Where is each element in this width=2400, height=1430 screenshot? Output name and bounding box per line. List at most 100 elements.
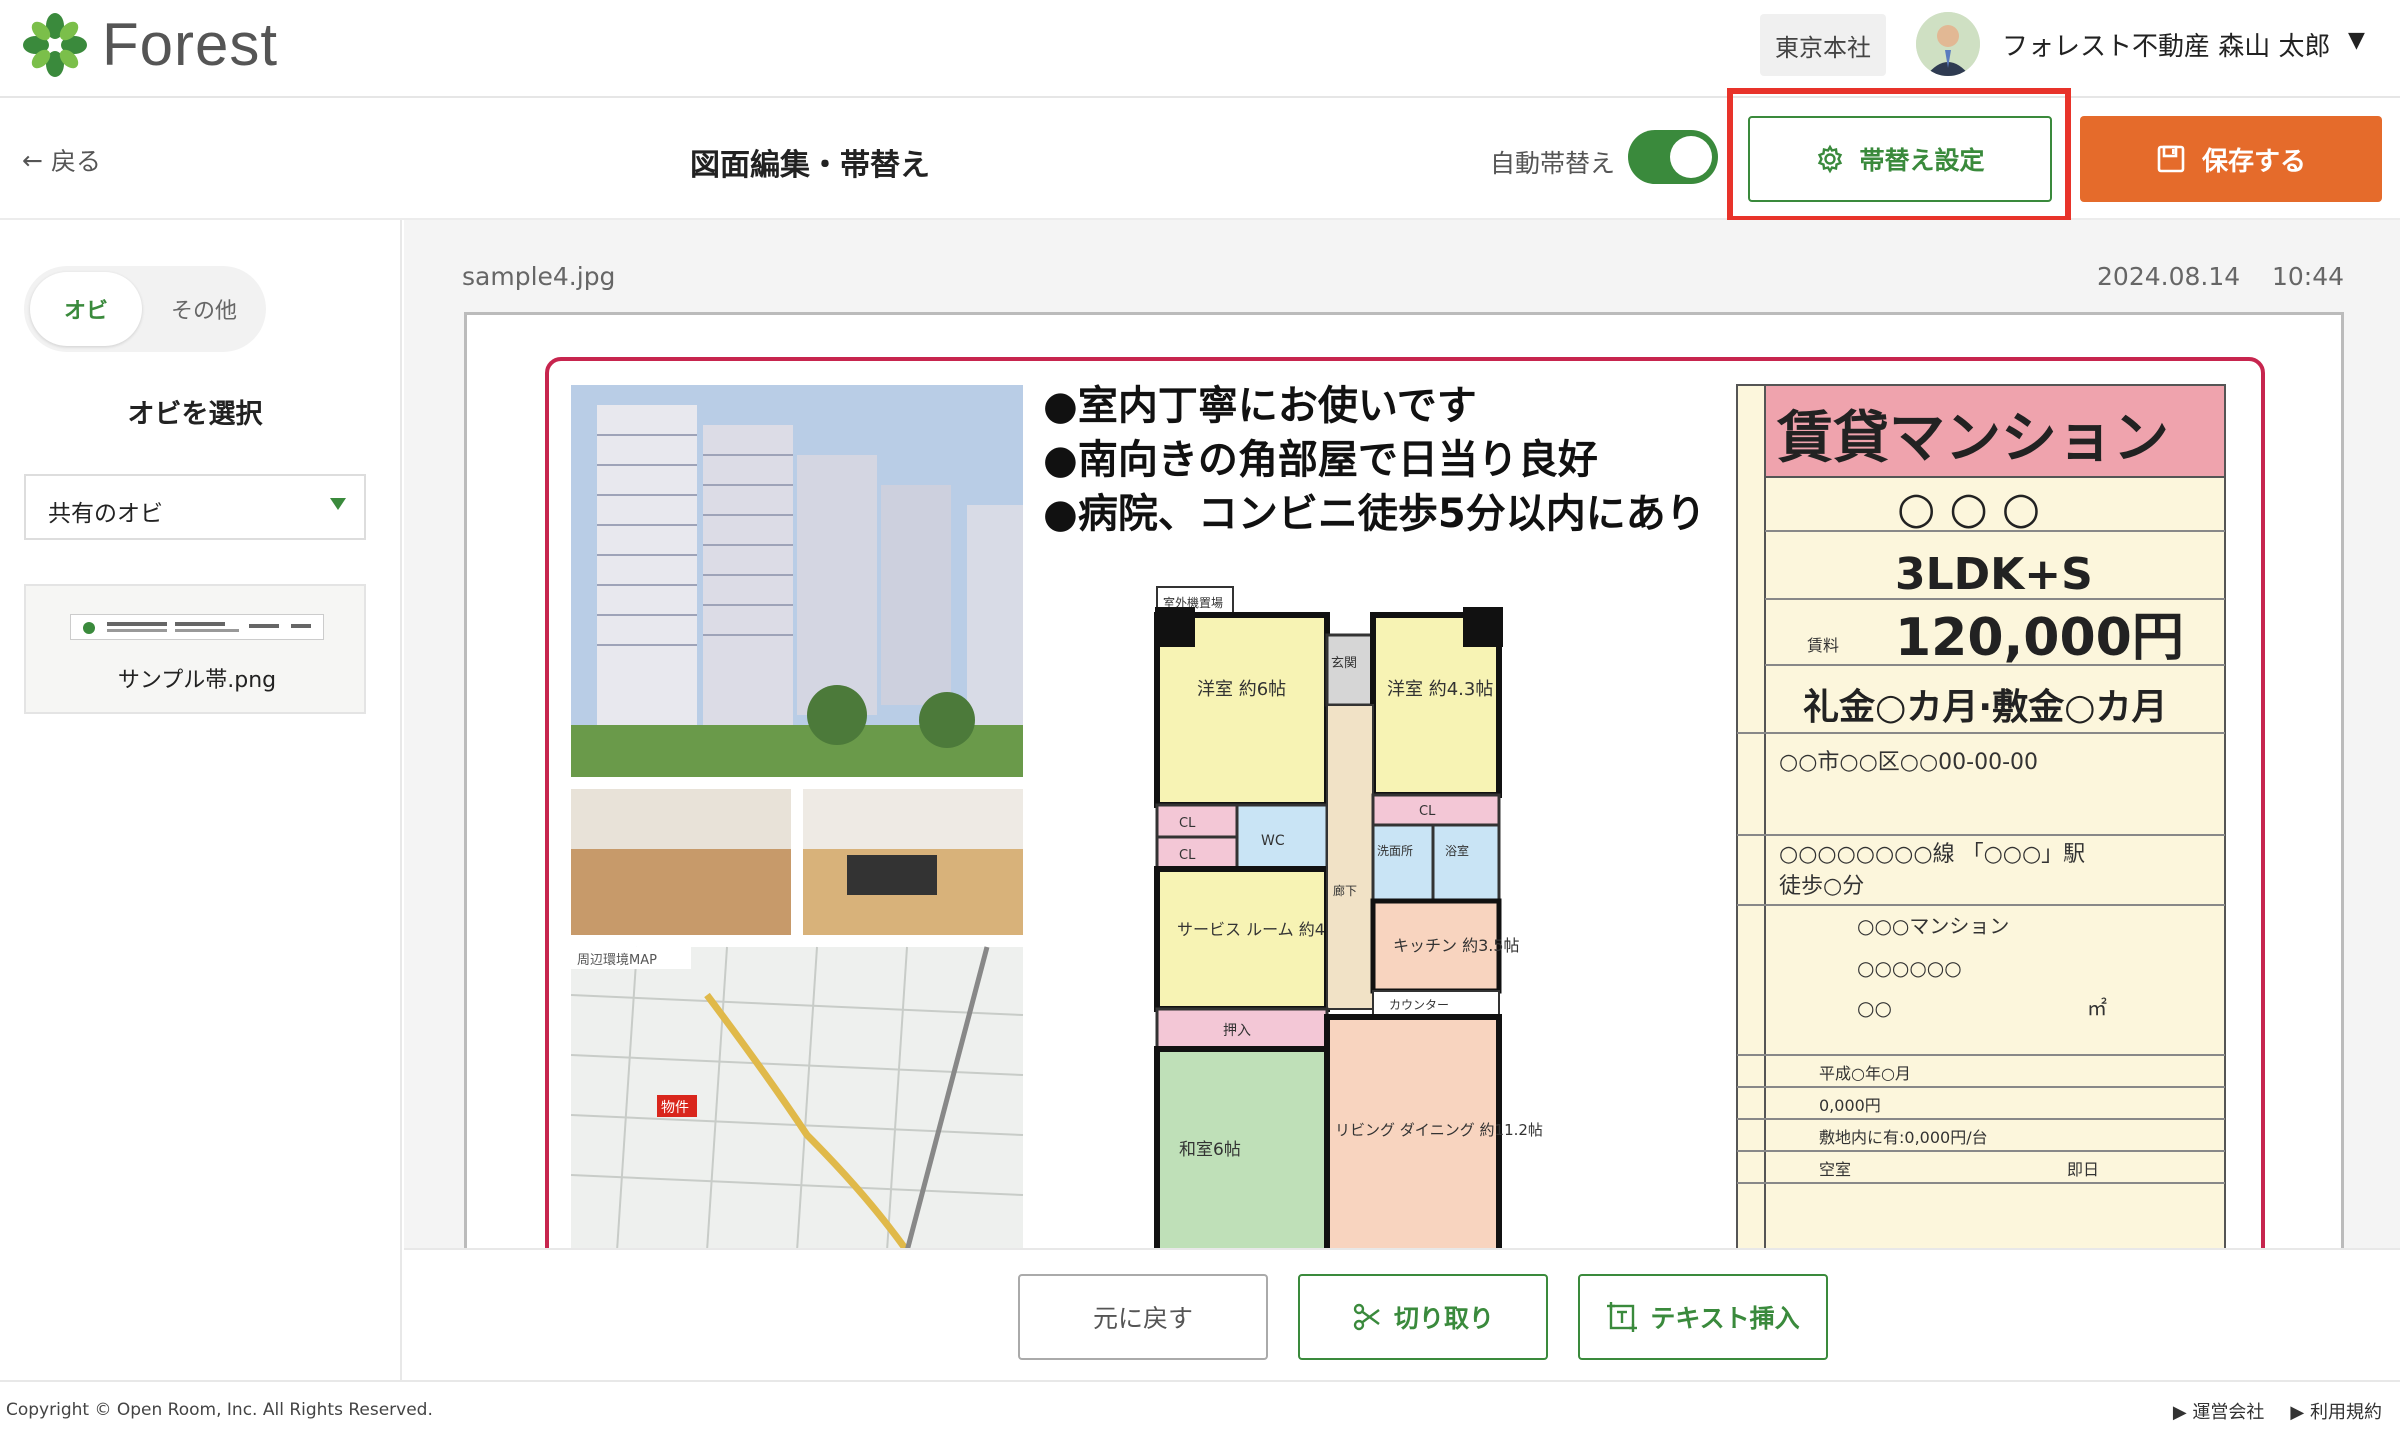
auto-switch-label: 自動帯替え: [1490, 149, 1616, 178]
bullet-2: ●南向きの角部屋で日当り良好: [1043, 437, 1598, 483]
obi-item-label: サンプル帯.png: [117, 668, 277, 693]
closet-2: CL: [1179, 848, 1196, 863]
file-name: sample4.jpg: [462, 262, 616, 291]
property-mgmt-fee: 0,000円: [1819, 1096, 1881, 1115]
area-map: 周辺環境MAP 物件: [570, 946, 1024, 1248]
leaf-logo-icon: [23, 12, 87, 77]
branch-badge[interactable]: 東京本社: [1760, 14, 1886, 76]
obi-thumbnail: [70, 614, 324, 640]
room-entrance: 玄関: [1331, 656, 1357, 671]
action-bar: 元に戻す 切り取り テキスト挿入: [404, 1248, 2400, 1380]
triangle-right-icon: ▶: [2172, 1402, 2187, 1423]
closet-3: CL: [1419, 804, 1436, 819]
counter-label: カウンター: [1389, 998, 1449, 1012]
image-canvas[interactable]: 周辺環境MAP 物件 ●室内丁寧にお使いです ●南向きの角部屋で日当り良好 ●病…: [464, 312, 2344, 1248]
room-western2: 洋室 約4.3帖: [1387, 679, 1493, 700]
property-name: ○ ○ ○: [1897, 483, 2040, 534]
app-header: Forest 東京本社 フォレスト不動産 森山 太郎 ▼: [0, 0, 2400, 98]
obi-settings-button[interactable]: 帯替え設定: [1748, 116, 2052, 202]
user-name[interactable]: フォレスト不動産 森山 太郎: [2002, 26, 2331, 63]
triangle-right-icon: ▶: [2290, 1402, 2305, 1423]
file-date: 2024.08.14: [2097, 262, 2241, 291]
obi-item[interactable]: サンプル帯.png: [24, 584, 366, 714]
forest-logo[interactable]: Forest: [22, 10, 278, 79]
property-structure: ○○○○○○: [1857, 956, 1962, 980]
room-bath: 浴室: [1445, 843, 1469, 858]
flyer-title: 賃貸マンション: [1776, 406, 2169, 471]
save-icon: [2157, 145, 2185, 173]
floor-plan-flyer: 周辺環境MAP 物件 ●室内丁寧にお使いです ●南向きの角部屋で日当り良好 ●病…: [545, 357, 2265, 1248]
footer-link-company[interactable]: ▶ 運営会社: [2173, 1398, 2265, 1424]
footer-link-terms-label: 利用規約: [2310, 1402, 2382, 1423]
property-built: 平成○年○月: [1819, 1064, 1911, 1083]
category-tabs: オビ その他: [24, 266, 266, 352]
property-rent: 120,000円: [1895, 608, 2184, 668]
select-value: 共有のオビ: [48, 501, 163, 527]
rent-label: 賃料: [1807, 636, 1839, 655]
property-movein: 即日: [2067, 1160, 2099, 1179]
property-area-unit: ㎡: [2087, 996, 2107, 1020]
avatar-image: [1916, 12, 1980, 76]
auto-switch-toggle[interactable]: [1628, 130, 1718, 184]
arrow-left-icon: ←: [22, 145, 43, 175]
editor-workspace: sample4.jpg 2024.08.14 10:44 周辺環境MAP 物件 …: [404, 220, 2400, 1248]
back-link[interactable]: ← 戻る: [22, 142, 101, 178]
user-avatar[interactable]: [1916, 12, 1980, 76]
footer-link-terms[interactable]: ▶ 利用規約: [2290, 1398, 2382, 1424]
footer-link-company-label: 運営会社: [2192, 1402, 2265, 1423]
text-frame-icon: [1607, 1302, 1638, 1332]
property-walk: 徒歩○分: [1779, 874, 1864, 899]
save-label: 保存する: [2201, 146, 2306, 177]
obi-sidebar: オビ その他 オビを選択 共有のオビ サンプル帯.png: [0, 220, 402, 1380]
file-time: 10:44: [2271, 262, 2344, 291]
undo-button[interactable]: 元に戻す: [1018, 1274, 1268, 1360]
room-japanese: 和室6帖: [1179, 1140, 1241, 1160]
obi-source-select[interactable]: 共有のオビ: [24, 474, 366, 540]
chevron-down-icon[interactable]: ▼: [2348, 28, 2365, 53]
toggle-knob: [1670, 136, 1712, 178]
select-heading: オビを選択: [127, 399, 263, 430]
save-button[interactable]: 保存する: [2080, 116, 2382, 202]
interior-photos: [571, 789, 1023, 935]
property-status: 空室: [1819, 1160, 1851, 1179]
text-insert-button[interactable]: テキスト挿入: [1578, 1274, 1828, 1360]
room-wash: 洗面所: [1377, 844, 1413, 858]
room-wc: WC: [1261, 833, 1285, 849]
map-pin-label: 物件: [661, 1100, 689, 1116]
room-kitchen: キッチン 約3.5帖: [1393, 936, 1520, 955]
page-title: 図面編集・帯替え: [690, 148, 930, 183]
undo-label: 元に戻す: [1092, 1304, 1193, 1333]
copyright: Copyright © Open Room, Inc. All Rights R…: [6, 1400, 433, 1420]
property-transport: ○○○○○○○○線 「○○○」駅: [1779, 842, 2085, 867]
tab-other[interactable]: その他: [148, 272, 260, 346]
brand-name: Forest: [102, 11, 279, 78]
crop-button[interactable]: 切り取り: [1298, 1274, 1548, 1360]
property-deposit: 礼金○カ月·敷金○カ月: [1803, 686, 2168, 728]
gear-icon: [1818, 144, 1843, 174]
caret-down-icon: [330, 498, 346, 510]
file-timestamp: 2024.08.14 10:44: [2097, 262, 2344, 291]
map-title: 周辺環境MAP: [577, 953, 657, 968]
scissors-icon: [1353, 1303, 1380, 1331]
crop-label: 切り取り: [1393, 1304, 1494, 1333]
page-footer: Copyright © Open Room, Inc. All Rights R…: [0, 1380, 2400, 1430]
room-closet: 押入: [1223, 1023, 1251, 1039]
room-hall: 廊下: [1333, 883, 1357, 898]
room-living: リビング ダイニング 約11.2帖: [1335, 1121, 1543, 1139]
bullet-3: ●病院、コンビニ徒歩5分以内にあり: [1043, 491, 1706, 537]
property-building: ○○○マンション: [1857, 914, 2009, 938]
building-photo: [571, 385, 1023, 777]
back-label: 戻る: [50, 147, 101, 176]
text-insert-label: テキスト挿入: [1650, 1304, 1800, 1333]
property-address: ○○市○○区○○00-00-00: [1779, 750, 2038, 775]
bullet-1: ●室内丁寧にお使いです: [1043, 383, 1477, 429]
property-info-table: 賃貸マンション ○ ○ ○ 3LDK+S 賃料 120,000円 礼金○カ月·敷…: [1736, 384, 2226, 1248]
room-western1: 洋室 約6帖: [1197, 679, 1286, 700]
footer-links: ▶ 運営会社 ▶ 利用規約: [2173, 1398, 2382, 1424]
property-area: ○○: [1857, 996, 1892, 1020]
floor-plan: 室外機置場 洋室 約6帖 玄関 洋室 約4.3帖 CL CL WC サービス ル…: [1154, 586, 1543, 1248]
tab-obi[interactable]: オビ: [30, 272, 142, 346]
property-layout: 3LDK+S: [1895, 549, 2093, 600]
property-parking: 敷地内に有:0,000円/台: [1819, 1128, 1988, 1147]
closet-1: CL: [1179, 816, 1196, 831]
